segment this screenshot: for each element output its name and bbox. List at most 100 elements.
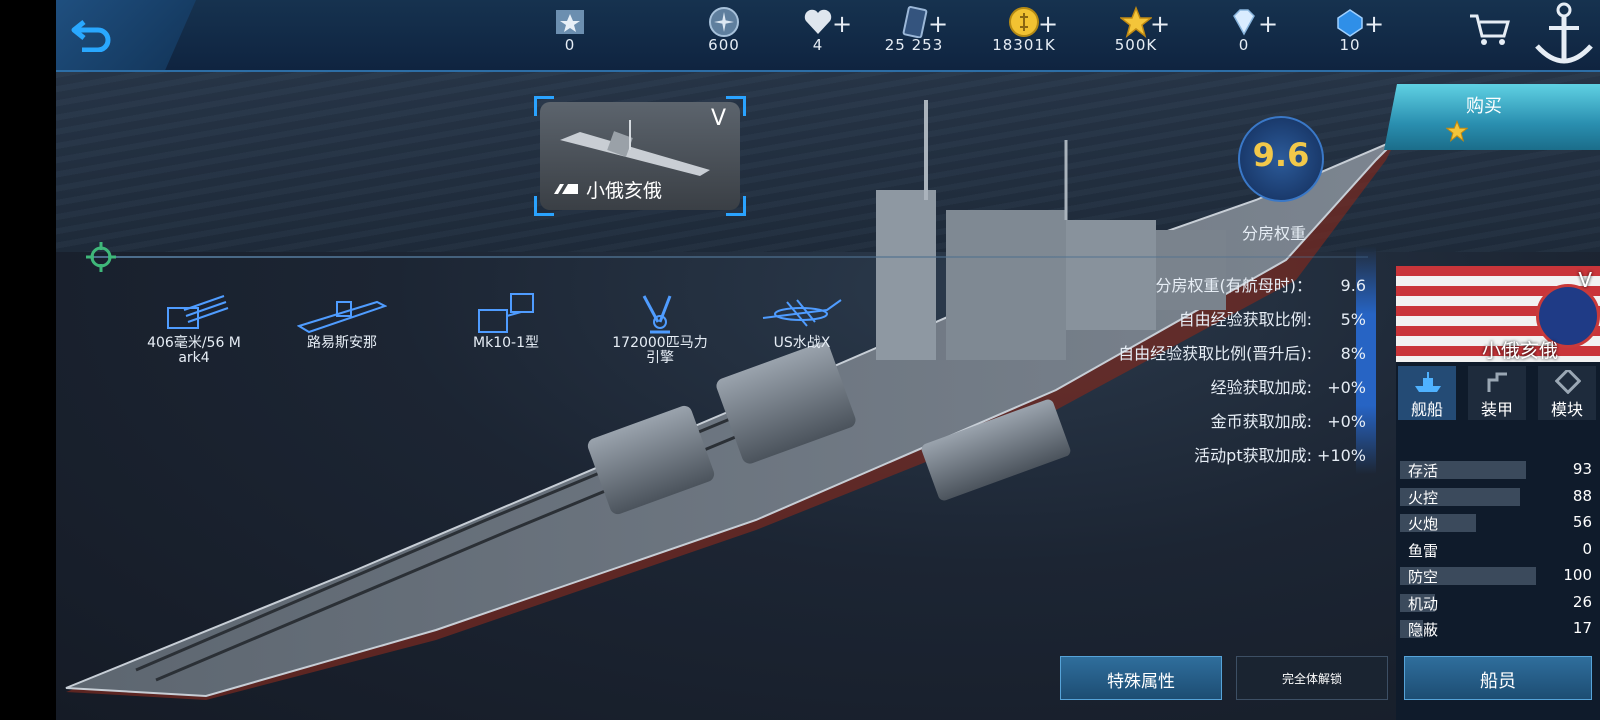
stat-row: 自由经验获取比例: 5% [1179,306,1366,330]
stat-label: 自由经验获取比例: [1178,310,1312,329]
nation-flag-card[interactable]: V 小俄亥俄 [1396,266,1600,362]
module-tab-icon [1555,370,1581,394]
stat-value: +10% [1317,446,1366,465]
attribute-row: 防空 100 [1400,564,1596,588]
equip-label-line2: 引擎 [646,350,674,366]
corner-bracket [534,196,554,216]
equip-engine[interactable]: 172000匹马力 引擎 [600,292,720,366]
resource-value: 0 [564,36,576,54]
resource-value: 0 [1238,36,1250,54]
rating-badge: 9.6 [1230,116,1334,202]
attribute-name: 鱼雷 [1408,541,1439,560]
corner-bracket [534,96,554,116]
fire-control-icon [478,293,534,333]
equip-label: 172000匹马力 [612,335,708,351]
crosshair-icon[interactable] [86,242,116,272]
attribute-name: 防空 [1408,568,1439,586]
attribute-name: 火炮 [1408,515,1439,533]
main-gun-icon [167,295,229,329]
rank-badge-icon [556,10,584,34]
resource-star[interactable]: + 500K [1086,4,1186,64]
anchor-icon[interactable] [1531,0,1597,72]
back-button[interactable] [56,0,196,70]
attribute-value: 26 [1572,592,1592,611]
stat-label: 分房权重(有航母时)： [1155,276,1313,295]
equip-hull[interactable]: 路易斯安那 [282,292,402,351]
tab-module[interactable]: 模块 [1538,366,1596,420]
attribute-name: 火控 [1408,488,1439,507]
stat-row: 自由经验获取比例(晋升后): 8% [1118,340,1366,364]
tab-armor[interactable]: 装甲 [1468,366,1526,420]
ship-tier: V [1578,268,1592,292]
attribute-value: 93 [1572,460,1592,478]
equip-seaplane[interactable]: US水战X [742,292,862,351]
engine-icon [642,295,672,334]
attribute-row: 机动 26 [1400,591,1596,615]
resource-blue-gem[interactable]: + 10 [1300,4,1400,64]
resource-value: 600 [708,36,740,54]
card-icon [902,6,928,38]
tab-ship[interactable]: 舰船 [1398,366,1456,420]
tab-label: 模块 [1550,400,1583,419]
ship-detail-panel: V 小俄亥俄 舰船 装甲 模块 存活 93 火控 88 火炮 56 鱼雷 0 防空 100 机动 26… [1396,266,1600,720]
special-attributes-button[interactable]: 特殊属性 [1060,656,1222,700]
crew-button[interactable]: 船员 [1404,656,1592,700]
attribute-row: 存活 93 [1400,458,1596,482]
gold-coin-icon [1009,7,1039,37]
top-resource-bar: 0 600 + 4 + 25 253 + 18301K + 500K + 0 +… [56,0,1600,72]
attribute-row: 鱼雷 0 [1400,538,1596,562]
shop-cart-icon[interactable] [1468,12,1512,46]
add-icon: + [1258,10,1279,38]
attribute-name: 隐蔽 [1408,621,1439,639]
ship-class-icon [554,184,578,194]
add-icon: + [1364,10,1385,38]
attribute-row: 火炮 56 [1400,511,1596,535]
armor-tab-icon [1487,372,1507,392]
resource-emblem[interactable]: 600 [674,4,774,64]
resource-heart[interactable]: + 4 [768,4,868,64]
resource-diamond[interactable]: + 0 [1194,4,1294,64]
back-arrow-icon [71,20,111,52]
resource-value: 18301K [992,36,1056,54]
ship-name: 小俄亥俄 [586,180,663,202]
attribute-row: 火控 88 [1400,485,1596,509]
stat-row: 分房权重(有航母时)： 9.6 [1156,272,1367,296]
buy-label: 购买 [1466,96,1502,117]
attribute-name: 机动 [1408,594,1439,613]
add-icon: + [1038,10,1059,38]
ship-card[interactable]: V 小俄亥俄 [534,96,746,216]
hull-icon [297,300,387,334]
full-unlock-button[interactable]: 完全体解锁 [1236,656,1388,700]
stat-row: 金币获取加成: +0% [1211,408,1366,432]
attribute-value: 0 [1582,539,1592,558]
game-screen: 0 600 + 4 + 25 253 + 18301K + 500K + 0 +… [56,0,1600,720]
attribute-value: 56 [1572,513,1592,531]
resource-value: 25 253 [884,36,944,54]
attribute-value: 100 [1563,566,1592,584]
stat-value: 9.6 [1340,276,1366,295]
equip-main-gun[interactable]: 406毫米/56 M ark4 [134,292,254,366]
equip-label: 路易斯安那 [307,335,377,351]
attribute-value: 88 [1572,486,1592,505]
buy-button[interactable]: 购买 [1384,84,1600,150]
unlock-label: 完全体解锁 [1281,672,1342,686]
rating-label: 分房权重 [1242,224,1307,243]
attribute-value: 17 [1572,619,1592,637]
stat-value: +0% [1327,378,1366,397]
ship-tab-icon [1415,372,1441,392]
corner-bracket [726,196,746,216]
equip-fire-control[interactable]: Mk10-1型 [446,292,566,351]
rating-value: 9.6 [1252,136,1310,174]
add-icon: + [928,10,949,38]
stat-value: 5% [1340,310,1366,329]
corner-bracket [726,96,746,116]
resource-card[interactable]: + 25 253 [864,4,964,64]
ship-thumbnail [560,120,710,176]
tab-label: 舰船 [1410,400,1443,419]
stat-list: 分房权重(有航母时)： 9.6 自由经验获取比例: 5% 自由经验获取比例(晋升后)… [1056,266,1372,476]
navy-emblem-icon [709,7,739,37]
stat-value: 8% [1340,344,1366,363]
resource-gold[interactable]: + 18301K [974,4,1074,64]
resource-rank[interactable]: 0 [520,4,620,64]
scan-line [88,256,1368,258]
